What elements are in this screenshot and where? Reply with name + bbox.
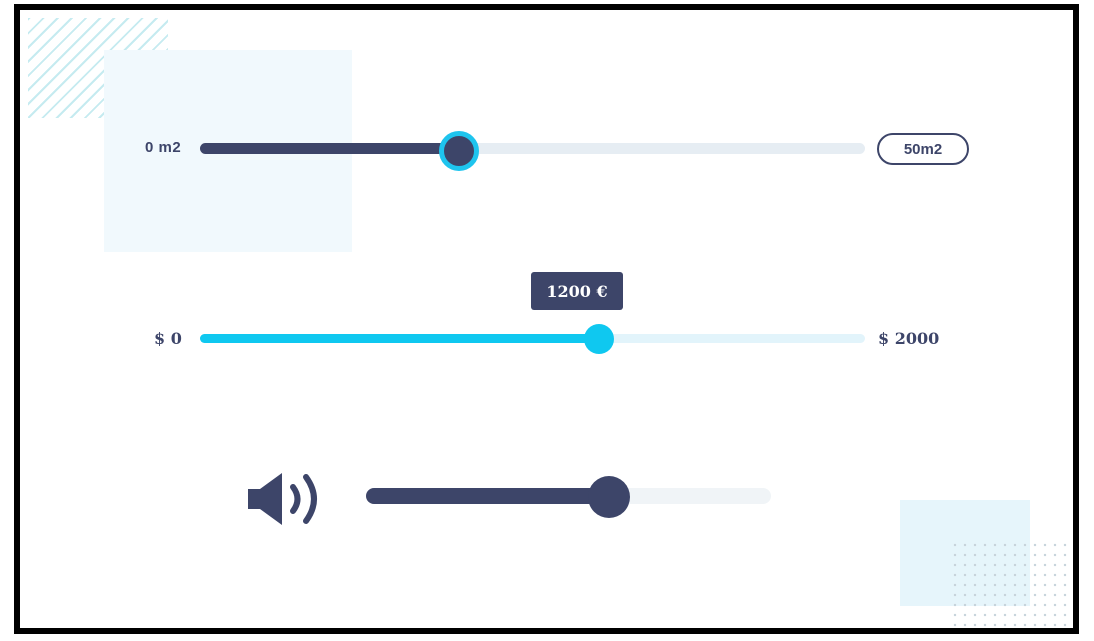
area-max-badge: 50m2 bbox=[877, 133, 969, 165]
area-slider-thumb[interactable] bbox=[439, 131, 480, 171]
area-max-label: 50m2 bbox=[903, 140, 943, 158]
price-tooltip: 1200 € bbox=[531, 272, 623, 310]
price-tooltip-label: 1200 € bbox=[546, 281, 608, 301]
decorative-dots bbox=[950, 540, 1073, 628]
speaker-volume-icon[interactable] bbox=[246, 469, 330, 529]
price-slider-thumb[interactable] bbox=[584, 324, 614, 354]
volume-slider-thumb[interactable] bbox=[588, 476, 630, 518]
area-slider-fill bbox=[200, 143, 460, 154]
price-max-label: $ 2000 bbox=[878, 329, 940, 348]
slider-showcase-frame: 0 m2 50m2 1200 € $ 0 $ 2000 bbox=[14, 4, 1079, 634]
area-min-label: 0 m2 bbox=[145, 139, 182, 156]
price-min-label: $ 0 bbox=[154, 329, 182, 348]
volume-slider-fill bbox=[366, 488, 609, 504]
price-slider-fill bbox=[200, 334, 599, 343]
